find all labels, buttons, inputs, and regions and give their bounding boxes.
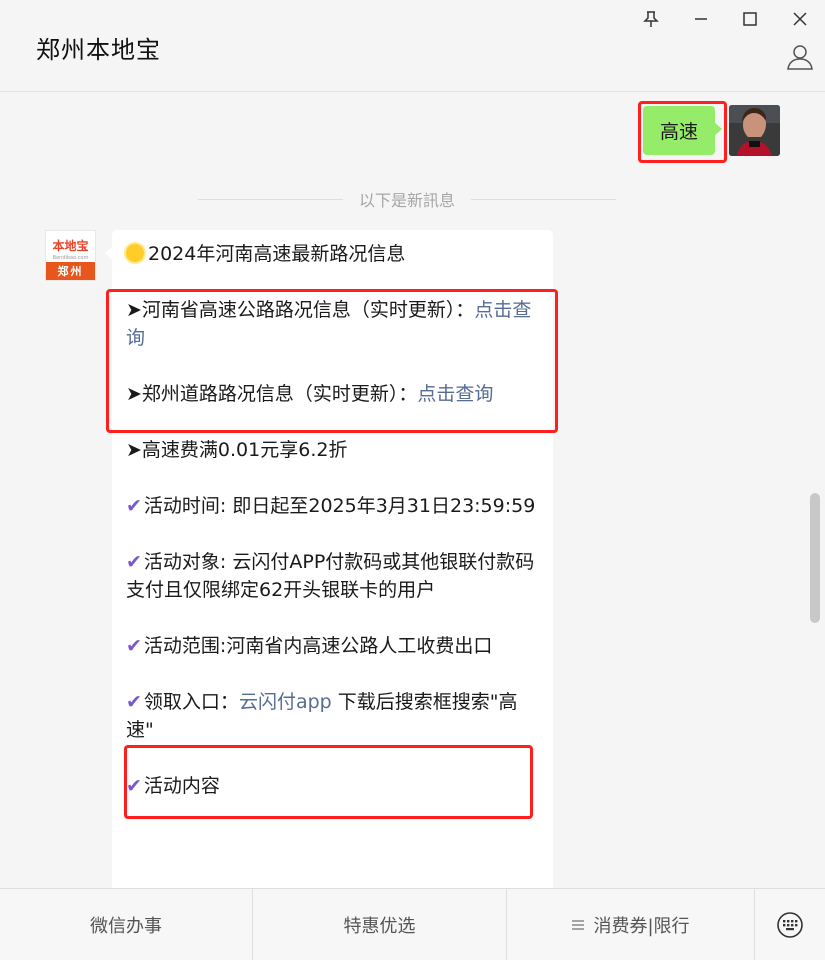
bottom-menu: 微信办事 特惠优选 消费券|限行	[0, 888, 825, 960]
reply-title: 2024年河南高速最新路况信息	[148, 243, 406, 265]
reply-title-line: 2024年河南高速最新路况信息	[126, 240, 539, 268]
promo-line: ➤高速费满0.01元享6.2折	[126, 439, 348, 461]
highlight-box-entry	[124, 745, 533, 819]
unionpay-app-link[interactable]: 云闪付app	[239, 691, 332, 713]
person-icon[interactable]	[785, 42, 815, 72]
title-bar: 郑州本地宝	[0, 0, 825, 92]
check-icon: ✔	[126, 691, 142, 713]
maximize-icon[interactable]	[737, 6, 763, 32]
activity-time-line: ✔ 活动时间: 即日起至2025年3月31日23:59:59	[126, 492, 539, 520]
entry-line: ✔ 领取入口：云闪付app 下载后搜索框搜索"高速"	[126, 688, 539, 744]
pin-icon[interactable]	[638, 6, 664, 32]
menu-lines-icon	[572, 920, 585, 930]
check-icon: ✔	[126, 635, 142, 657]
menu-item-special-offers[interactable]: 特惠优选	[253, 889, 507, 960]
menu-item-coupons-limits[interactable]: 消费券|限行	[507, 889, 755, 960]
highlight-box-road-info	[106, 289, 558, 433]
bendibao-logo: 本地宝	[52, 238, 89, 253]
new-messages-separator: 以下是新訊息	[182, 187, 632, 211]
activity-target: 活动对象: 云闪付APP付款码或其他银联付款码支付且仅限绑定62开头银联卡的用户	[126, 551, 535, 601]
activity-scope-line: ✔ 活动范围:河南省内高速公路人工收费出口	[126, 632, 539, 660]
chat-scrollbar[interactable]	[810, 493, 820, 623]
chat-area[interactable]: 高速 以下是新訊息 本地宝 Bendibao.com 郑州 2024年河南高速最…	[0, 93, 825, 888]
check-icon: ✔	[126, 495, 142, 517]
menu-item-label: 微信办事	[90, 916, 162, 937]
highlight-box-sent	[638, 101, 727, 163]
menu-item-label: 特惠优选	[343, 916, 416, 937]
bot-avatar[interactable]: 本地宝 Bendibao.com 郑州	[45, 230, 96, 281]
activity-target-line: ✔ 活动对象: 云闪付APP付款码或其他银联付款码支付且仅限绑定62开头银联卡的用…	[126, 548, 539, 604]
keyboard-icon[interactable]	[755, 889, 825, 960]
minimize-icon[interactable]	[688, 6, 714, 32]
menu-item-label: 消费券|限行	[593, 916, 690, 937]
activity-time: 活动时间: 即日起至2025年3月31日23:59:59	[143, 495, 536, 517]
chat-title: 郑州本地宝	[36, 36, 161, 64]
logo-city: 郑州	[46, 262, 95, 280]
menu-item-wechat-services[interactable]: 微信办事	[0, 889, 253, 960]
entry-prefix: 领取入口：	[143, 691, 239, 713]
activity-scope: 活动范围:河南省内高速公路人工收费出口	[143, 635, 493, 657]
close-icon[interactable]	[787, 6, 813, 32]
sun-icon	[126, 244, 144, 262]
my-avatar[interactable]	[729, 105, 780, 156]
check-icon: ✔	[126, 551, 142, 573]
